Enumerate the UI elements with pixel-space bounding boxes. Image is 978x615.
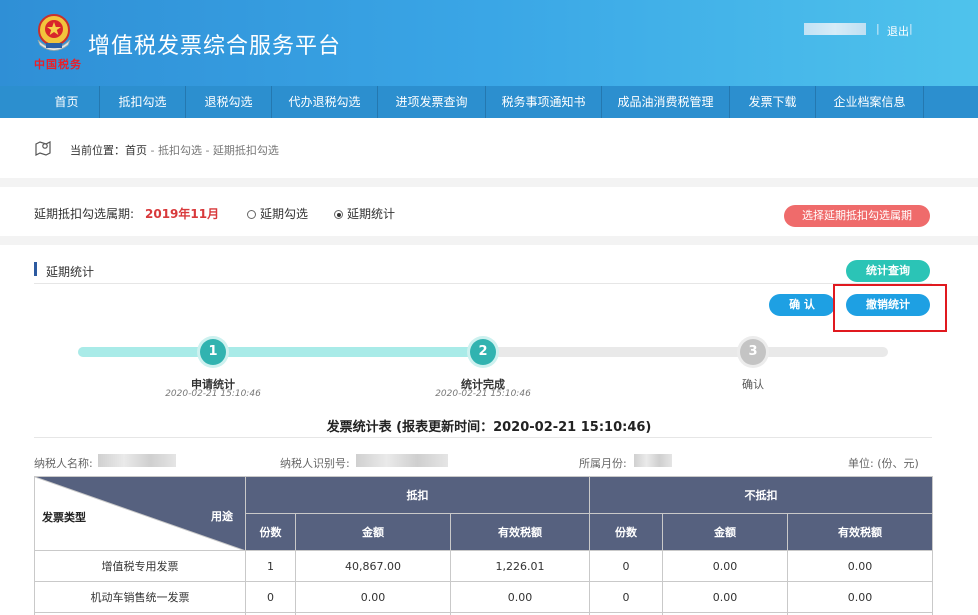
nondeduct-group-header: 不抵扣 [589, 476, 934, 514]
nav-item-refund-select[interactable]: 退税勾选 [186, 86, 272, 118]
nav-item-enterprise-profile[interactable]: 企业档案信息 [816, 86, 924, 118]
main-nav: 首页 抵扣勾选 退税勾选 代办退税勾选 进项发票查询 税务事项通知书 成品油消费… [0, 86, 978, 118]
radio-label: 延期统计 [347, 207, 396, 221]
radio-delay-statistics[interactable]: 延期统计 [334, 205, 395, 222]
breadcrumb-home[interactable]: 首页 [125, 144, 147, 157]
radio-checked-icon [334, 210, 343, 219]
statistics-query-button[interactable]: 统计查询 [846, 260, 930, 282]
invoice-type-header: 发票类型 [42, 511, 86, 524]
period-label: 延期抵扣勾选属期: [34, 207, 135, 221]
period-value: 2019年11月 [145, 207, 220, 221]
section-title: 延期统计 [46, 265, 95, 279]
divider-band [0, 178, 978, 187]
report-divider [34, 437, 932, 438]
nav-item-tax-notice[interactable]: 税务事项通知书 [486, 86, 602, 118]
month-label: 所属月份: [579, 457, 627, 470]
table-cell: 0.00 [662, 550, 789, 582]
radio-delay-select[interactable]: 延期勾选 [247, 205, 308, 222]
table-cell: 0.00 [449, 581, 591, 613]
table-row: 增值税专用发票 1 40,867.00 1,226.01 0 0.00 0.00 [34, 550, 934, 582]
header-banner: 中国税务 增值税发票综合服务平台 | 退出 | [0, 0, 978, 86]
breadcrumb-path: - 抵扣勾选 - 延期抵扣勾选 [147, 144, 279, 157]
step-2-time: 2020-02-21 15:10:46 [435, 389, 531, 399]
deduct-group-header: 抵扣 [244, 476, 591, 514]
taxpayer-id-label: 纳税人识别号: [280, 457, 350, 470]
logout-link[interactable]: 退出 [887, 23, 909, 39]
header-separator: | [876, 22, 880, 35]
table-cell: 1,226.01 [449, 550, 591, 582]
report-title: 发票统计表 (报表更新时间：2020-02-21 15:10:46) [326, 420, 652, 435]
step-3-label: 确认 [742, 378, 764, 391]
row-invoice-type: 增值税专用发票 [34, 550, 246, 582]
section-divider [34, 283, 932, 284]
nav-item-invoice-download[interactable]: 发票下载 [730, 86, 816, 118]
table-cell: 0.00 [295, 581, 451, 613]
col-header-tax: 有效税额 [449, 513, 591, 551]
usage-header: 用途 [211, 510, 233, 523]
progress-fill [78, 347, 483, 357]
taxpayer-id-redacted [356, 454, 448, 467]
section-accent-bar [34, 262, 37, 276]
nav-item-oil-consumption-tax[interactable]: 成品油消费税管理 [602, 86, 730, 118]
breadcrumb-prefix: 当前位置： [70, 144, 125, 157]
radio-label: 延期勾选 [260, 207, 309, 221]
taxpayer-name-redacted [98, 454, 176, 467]
emblem-text: 中国税务 [34, 58, 82, 71]
col-header-count: 份数 [245, 513, 296, 551]
nav-item-agent-refund-select[interactable]: 代办退税勾选 [272, 86, 378, 118]
table-cell: 0 [245, 581, 296, 613]
col-header-amount: 金额 [295, 513, 451, 551]
row-invoice-type: 机动车销售统一发票 [34, 581, 246, 613]
table-row: 机动车销售统一发票 0 0.00 0.00 0 0.00 0.00 [34, 581, 934, 613]
table-corner-header: 发票类型 用途 [34, 476, 246, 551]
divider-band-2 [0, 236, 978, 245]
table-cell: 1 [245, 550, 296, 582]
step-3-circle: 3 [740, 339, 766, 365]
unit-label: 单位: (份、元) [848, 457, 919, 470]
highlight-box [833, 284, 947, 332]
header-separator-2: | [909, 22, 913, 35]
username-redacted [804, 23, 866, 35]
confirm-button[interactable]: 确 认 [769, 294, 835, 316]
col-header-tax: 有效税额 [787, 513, 934, 551]
table-cell: 0 [589, 581, 664, 613]
col-header-amount: 金额 [662, 513, 789, 551]
step-1-circle: 1 [200, 339, 226, 365]
tax-emblem-icon [37, 14, 71, 51]
table-cell: 0 [589, 550, 664, 582]
nav-item-input-invoice-query[interactable]: 进项发票查询 [378, 86, 486, 118]
table-cell: 0.00 [787, 581, 934, 613]
select-period-button[interactable]: 选择延期抵扣勾选属期 [784, 205, 930, 227]
step-2-circle: 2 [470, 339, 496, 365]
breadcrumb: 当前位置：首页 - 抵扣勾选 - 延期抵扣勾选 [70, 142, 279, 158]
invoice-statistics-table: 发票类型 用途 抵扣 不抵扣 份数 金额 有效税额 份数 金额 有效税额 增值税… [34, 476, 934, 615]
nav-item-deduction-select[interactable]: 抵扣勾选 [100, 86, 186, 118]
table-cell: 0.00 [662, 581, 789, 613]
col-header-count: 份数 [589, 513, 664, 551]
app-title: 增值税发票综合服务平台 [88, 34, 342, 59]
radio-unchecked-icon [247, 210, 256, 219]
taxpayer-name-label: 纳税人名称: [34, 457, 93, 470]
step-1-time: 2020-02-21 15:10:46 [165, 389, 261, 399]
nav-item-home[interactable]: 首页 [34, 86, 100, 118]
month-redacted [634, 454, 672, 467]
map-location-icon [35, 141, 51, 156]
table-cell: 40,867.00 [295, 550, 451, 582]
table-cell: 0.00 [787, 550, 934, 582]
